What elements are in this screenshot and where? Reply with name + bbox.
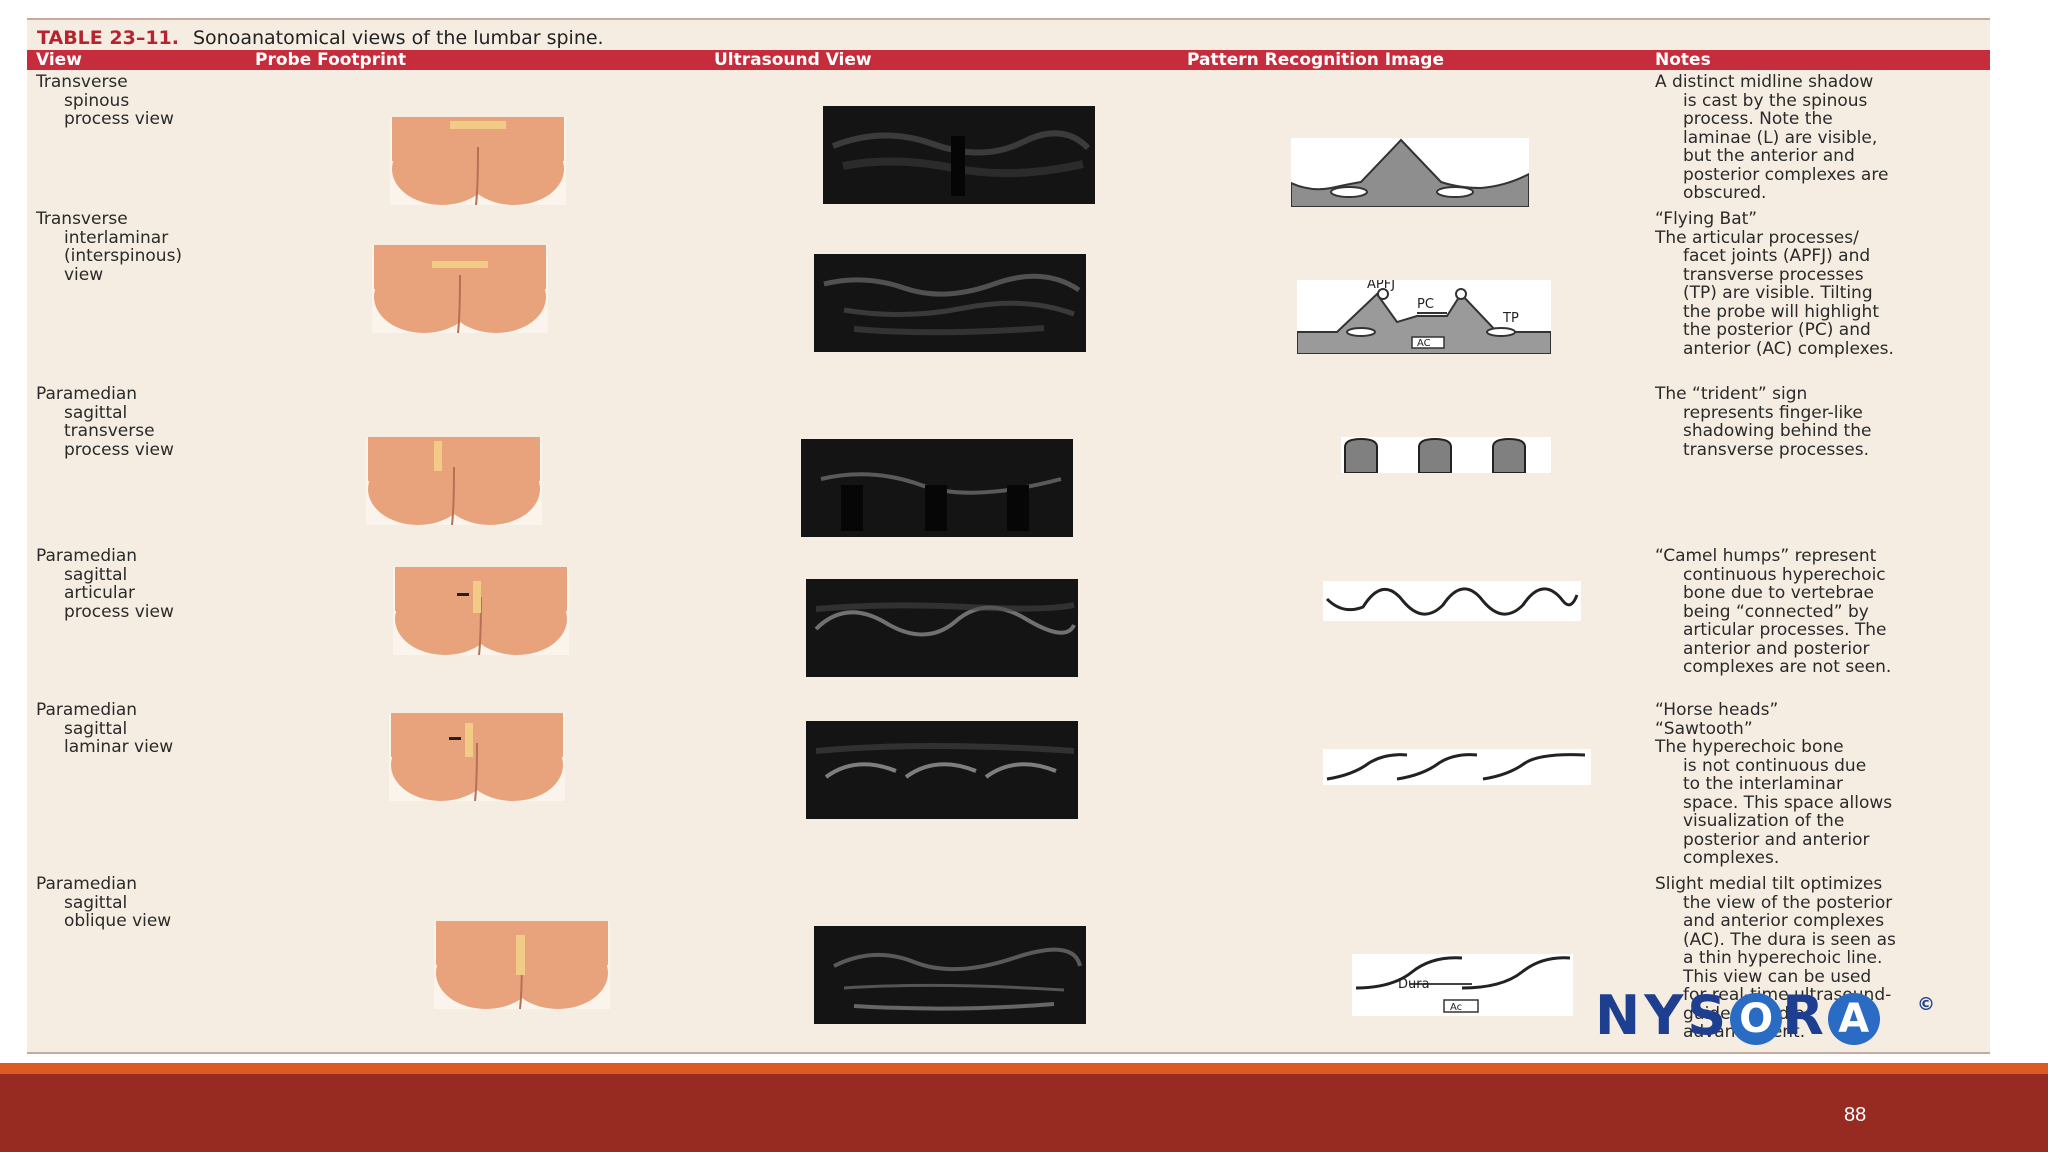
pattern-label-tp: TP — [1502, 311, 1519, 326]
ultrasound-image — [801, 439, 1073, 537]
notes: “Camel humps” represent continuous hyper… — [1655, 546, 1892, 677]
probe-footprint-image — [389, 713, 565, 801]
pattern-image — [1341, 437, 1551, 473]
pattern-image: L L — [1291, 138, 1529, 207]
footer-accent-bar — [0, 1063, 2048, 1074]
table-title: TABLE 23–11. Sonoanatomical views of the … — [37, 24, 604, 52]
nysora-logo: NYS O R A © — [1595, 984, 1935, 1047]
footer-bar — [0, 1074, 2048, 1152]
pattern-image — [1323, 749, 1591, 785]
view-label: Paramedian sagittal transverse process v… — [36, 384, 174, 460]
page-number: 88 — [1844, 1104, 1867, 1126]
view-label: Transverse spinous process view — [36, 72, 174, 129]
pattern-label-ac: AC — [1417, 338, 1431, 349]
view-label: Paramedian sagittal articular process vi… — [36, 546, 174, 622]
logo-o-icon: O — [1730, 993, 1783, 1046]
notes: “Horse heads” “Sawtooth” The hyperechoic… — [1655, 700, 1893, 868]
pattern-label-l: L — [1341, 171, 1349, 186]
table-header: View Probe Footprint Ultrasound View Pat… — [27, 50, 1990, 70]
col-header-view: View — [36, 50, 82, 70]
registered-mark: © — [1917, 994, 1935, 1015]
pattern-image: Dura Ac — [1352, 954, 1573, 1016]
probe-footprint-image — [366, 437, 542, 525]
notes: The “trident” sign represents finger-lik… — [1655, 384, 1872, 460]
view-label: Transverse interlaminar (interspinous) v… — [36, 209, 183, 285]
table-caption: Sonoanatomical views of the lumbar spine… — [192, 27, 604, 49]
ultrasound-image — [806, 721, 1078, 819]
probe-footprint-image — [390, 117, 566, 205]
pattern-image: APFJ PC TP AC — [1297, 280, 1551, 354]
ultrasound-image — [823, 106, 1095, 204]
probe-footprint-image — [434, 921, 610, 1009]
ultrasound-image — [814, 926, 1086, 1024]
view-label: Paramedian sagittal laminar view — [36, 700, 174, 757]
probe-footprint-image — [372, 245, 548, 333]
ultrasound-image — [806, 579, 1078, 677]
table-panel: TABLE 23–11. Sonoanatomical views of the … — [27, 18, 1990, 1054]
pattern-label-dura: Dura — [1398, 977, 1430, 992]
col-header-ultrasound: Ultrasound View — [714, 50, 872, 70]
pattern-label-apfj: APFJ — [1367, 280, 1395, 292]
col-header-pattern: Pattern Recognition Image — [1187, 50, 1445, 70]
notes: “Flying Bat” The articular processes/ fa… — [1655, 209, 1894, 359]
logo-a-icon: A — [1827, 993, 1880, 1046]
col-header-notes: Notes — [1655, 50, 1711, 70]
pattern-image — [1323, 581, 1581, 621]
view-label: Paramedian sagittal oblique view — [36, 874, 172, 931]
probe-footprint-image — [393, 567, 569, 655]
col-header-probe: Probe Footprint — [255, 50, 407, 70]
table-number: TABLE 23–11. — [37, 27, 179, 49]
pattern-label-pc: PC — [1417, 297, 1434, 312]
ultrasound-image — [814, 254, 1086, 352]
notes: A distinct midline shadow is cast by the… — [1655, 72, 1889, 203]
pattern-label-l: L — [1449, 171, 1457, 186]
pattern-label-ac: Ac — [1450, 1002, 1462, 1013]
